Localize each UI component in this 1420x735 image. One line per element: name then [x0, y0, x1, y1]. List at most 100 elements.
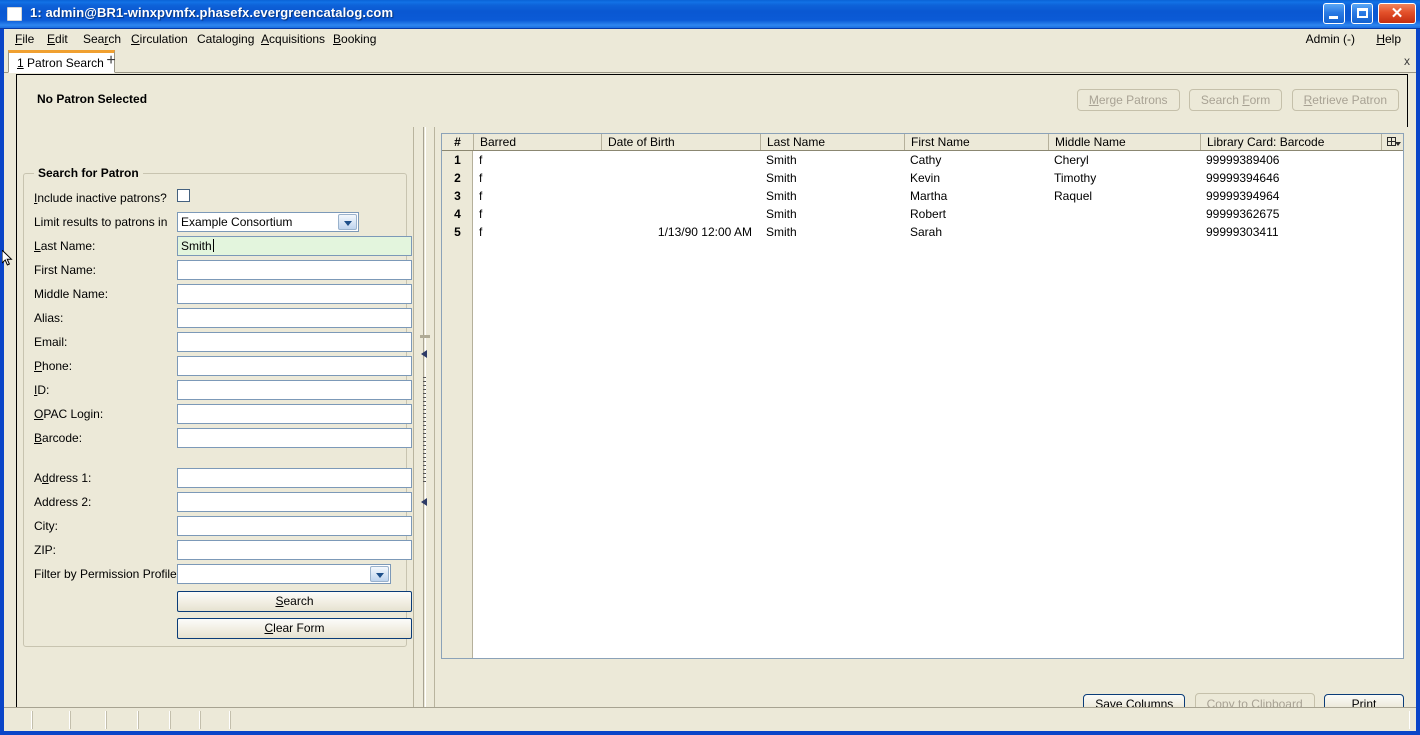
field-row-last-name: Last Name: Smith	[24, 236, 412, 260]
limit-results-select[interactable]: Example Consortium	[177, 212, 359, 232]
table-row[interactable]: 5 f 1/13/90 12:00 AM Smith Sarah 9999930…	[442, 224, 1403, 242]
app-icon	[7, 7, 22, 21]
minimize-icon	[1329, 16, 1339, 19]
patron-summary-band: No Patron Selected Merge Patrons Search …	[16, 74, 1408, 127]
cell-dob	[601, 188, 760, 206]
permission-profile-select[interactable]	[177, 564, 391, 584]
cell-last-name: Smith	[766, 171, 797, 185]
tab-patron-search[interactable]: 1 Patron Search	[8, 50, 115, 73]
column-header-last-name[interactable]: Last Name	[760, 134, 904, 150]
table-row[interactable]: 4 f Smith Robert 99999362675	[442, 206, 1403, 224]
menu-circulation[interactable]: Circulation	[130, 32, 189, 47]
splitter-collapse-down-handle[interactable]	[420, 497, 429, 506]
merge-patrons-button[interactable]: Merge Patrons	[1076, 89, 1180, 111]
search-panel: Search for Patron Include inactive patro…	[17, 127, 413, 725]
retrieve-patron-button[interactable]: Retrieve Patron	[1291, 89, 1399, 111]
client-area: File Edit Search Circulation Cataloging …	[4, 29, 1416, 731]
title-bar: 1: admin@BR1-winxpvmfx.phasefx.evergreen…	[0, 0, 1420, 29]
close-tab-button[interactable]: x	[1404, 54, 1410, 68]
field-row-middle-name: Middle Name:	[24, 284, 412, 308]
city-input[interactable]	[177, 516, 412, 536]
column-header-num[interactable]: #	[442, 134, 473, 150]
cell-library-card: 99999303411	[1206, 225, 1279, 239]
chevron-down-icon[interactable]	[338, 214, 357, 230]
chevron-down-icon[interactable]	[370, 566, 389, 582]
include-inactive-label: Include inactive patrons?	[34, 191, 167, 205]
splitter-collapse-up-handle[interactable]	[420, 349, 429, 358]
close-icon: ✕	[1390, 5, 1404, 22]
cell-library-card: 99999394964	[1206, 189, 1280, 203]
table-row[interactable]: 2 f Smith Kevin Timothy 99999394646	[442, 170, 1403, 188]
field-row-address-2: Address 2:	[24, 492, 412, 516]
maximize-button[interactable]	[1350, 3, 1373, 24]
email-input[interactable]	[177, 332, 412, 352]
phone-label: Phone:	[34, 359, 73, 373]
table-row[interactable]: 1 f Smith Cathy Cheryl 99999389406	[442, 152, 1403, 170]
menu-bar: File Edit Search Circulation Cataloging …	[4, 29, 1416, 49]
cell-middle-name: Timothy	[1054, 171, 1097, 185]
maximize-icon	[1356, 8, 1368, 18]
cell-dob	[601, 170, 760, 188]
field-row-city: City:	[24, 516, 412, 540]
column-header-middle-name[interactable]: Middle Name	[1048, 134, 1200, 150]
opac-login-input[interactable]	[177, 404, 412, 424]
cell-num: 1	[454, 153, 461, 167]
menu-edit[interactable]: Edit	[46, 32, 69, 47]
tab-strip: 1 Patron Search + x	[4, 49, 1416, 73]
minimize-button[interactable]	[1323, 3, 1346, 24]
menu-file[interactable]: File	[14, 32, 35, 47]
tab-number: 1	[17, 56, 24, 70]
clear-form-button[interactable]: Clear Form	[177, 618, 412, 639]
field-row-zip: ZIP:	[24, 540, 412, 564]
patron-action-buttons: Merge Patrons Search Form Retrieve Patro…	[1071, 89, 1399, 111]
last-name-input[interactable]: Smith	[177, 236, 412, 256]
search-button[interactable]: Search	[177, 591, 412, 612]
zip-input[interactable]	[177, 540, 412, 560]
patron-status-label: No Patron Selected	[37, 92, 148, 106]
alias-input[interactable]	[177, 308, 412, 328]
column-header-barred[interactable]: Barred	[473, 134, 601, 150]
cell-barred: f	[479, 171, 483, 185]
first-name-input[interactable]	[177, 260, 412, 280]
field-row-phone: Phone:	[24, 356, 412, 380]
new-tab-button[interactable]: +	[102, 52, 120, 70]
city-label: City:	[34, 519, 58, 533]
cell-last-name: Smith	[766, 207, 797, 221]
include-inactive-checkbox[interactable]	[177, 189, 190, 202]
panel-splitter[interactable]	[413, 127, 435, 725]
opac-login-label: OPAC Login:	[34, 407, 104, 421]
cell-dob	[601, 152, 760, 170]
middle-name-input[interactable]	[177, 284, 412, 304]
menu-search[interactable]: Search	[82, 32, 122, 47]
results-grid: # Barred Date of Birth Last Name First N…	[441, 133, 1404, 659]
phone-input[interactable]	[177, 356, 412, 376]
barcode-input[interactable]	[177, 428, 412, 448]
column-header-library-card[interactable]: Library Card: Barcode	[1200, 134, 1381, 150]
address-1-input[interactable]	[177, 468, 412, 488]
menu-help[interactable]: Help	[1375, 32, 1402, 47]
last-name-value: Smith	[181, 239, 212, 253]
cell-last-name: Smith	[766, 189, 797, 203]
close-button[interactable]: ✕	[1378, 3, 1416, 24]
menu-booking[interactable]: Booking	[332, 32, 377, 47]
field-row-id: ID:	[24, 380, 412, 404]
mouse-cursor	[2, 250, 13, 266]
cell-first-name: Robert	[910, 207, 947, 221]
menu-cataloging[interactable]: Cataloging	[196, 32, 255, 47]
menu-admin[interactable]: Admin (-)	[1305, 32, 1356, 47]
address-2-input[interactable]	[177, 492, 412, 512]
cell-dob	[601, 206, 760, 224]
status-segment-1	[6, 711, 32, 729]
column-header-dob[interactable]: Date of Birth	[601, 134, 760, 150]
column-header-first-name[interactable]: First Name	[904, 134, 1048, 150]
menu-acquisitions[interactable]: Acquisitions	[260, 32, 326, 47]
id-input[interactable]	[177, 380, 412, 400]
middle-name-label: Middle Name:	[34, 287, 109, 301]
alias-label: Alias:	[34, 311, 64, 325]
table-row[interactable]: 3 f Smith Martha Raquel 99999394964	[442, 188, 1403, 206]
column-picker-button[interactable]	[1381, 134, 1403, 150]
address-2-label: Address 2:	[34, 495, 92, 509]
search-form-button[interactable]: Search Form	[1188, 89, 1283, 111]
barcode-label: Barcode:	[34, 431, 83, 445]
cell-num: 3	[454, 189, 461, 203]
